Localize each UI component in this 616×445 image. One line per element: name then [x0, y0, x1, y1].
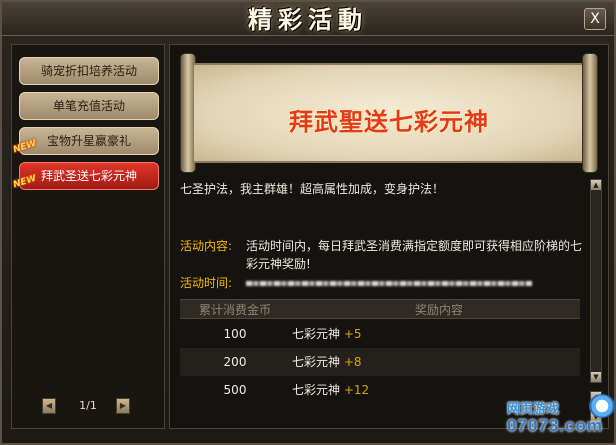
- pagination: ◀ 1/1 ▶: [12, 398, 164, 414]
- time-label: 活动时间:: [180, 276, 233, 290]
- reward-bonus: +8: [343, 355, 362, 369]
- new-badge: NEW: [12, 138, 38, 156]
- table-header: 累计消费金币 奖励内容: [180, 299, 580, 319]
- sidebar-item-treasure-upgrade[interactable]: NEW 宝物升星嬴豪礼: [12, 127, 159, 155]
- row-amount: 200: [223, 355, 247, 369]
- reward-bonus: +5: [343, 327, 362, 341]
- sidebar-item-label: 宝物升星嬴豪礼: [46, 134, 131, 148]
- row-amount: 100: [223, 327, 247, 341]
- redacted-time-value: [246, 281, 532, 286]
- reward-name: 七彩元神: [292, 355, 341, 369]
- reward-name: 七彩元神: [292, 383, 341, 397]
- event-window: 精彩活動 X 骑宠折扣培养活动 单笔充值活动 NEW 宝物升星嬴豪礼 NEW 拜…: [0, 0, 616, 445]
- description-scrollbar[interactable]: ▲ ▼: [590, 179, 602, 383]
- sidebar-item-label: 单笔充值活动: [52, 99, 125, 113]
- site-watermark: 网页游戏 07073.com: [507, 394, 616, 444]
- table-row: 100 七彩元神 +5: [180, 320, 580, 348]
- event-time-row: 活动时间:: [180, 275, 580, 293]
- mascot-icon: [589, 394, 615, 418]
- new-badge: NEW: [12, 173, 38, 191]
- row-reward: 七彩元神 +5: [292, 320, 432, 348]
- sidebar-item-single-recharge[interactable]: 单笔充值活动: [19, 92, 159, 120]
- scroll-down-icon[interactable]: ▼: [591, 372, 601, 382]
- scroll-up-icon[interactable]: ▲: [591, 180, 601, 190]
- content-text: 活动时间内，每日拜武圣消费满指定额度即可获得相应阶梯的七彩元神奖励!: [246, 239, 583, 271]
- event-detail-panel: 拜武聖送七彩元神 七圣护法，我主群雄！超高属性加成，变身护法！ 活动内容: 活动…: [169, 44, 609, 429]
- watermark-top: 网页游戏: [507, 402, 560, 417]
- banner-title: 拜武聖送七彩元神: [289, 108, 489, 136]
- sidebar-item-label: 拜武圣送七彩元神: [40, 169, 137, 183]
- table-row: 200 七彩元神 +8: [180, 348, 580, 376]
- header-reward: 奖励内容: [414, 303, 463, 317]
- sidebar-item-label: 骑宠折扣培养活动: [40, 64, 137, 78]
- reward-name: 七彩元神: [292, 327, 341, 341]
- next-page-button[interactable]: ▶: [116, 398, 130, 414]
- event-list-panel: 骑宠折扣培养活动 单笔充值活动 NEW 宝物升星嬴豪礼 NEW 拜武圣送七彩元神…: [11, 44, 165, 429]
- event-banner: 拜武聖送七彩元神: [180, 53, 598, 173]
- row-reward: 七彩元神 +8: [292, 348, 432, 376]
- close-button[interactable]: X: [584, 8, 606, 30]
- content-label: 活动内容:: [180, 239, 233, 253]
- sidebar-item-mount-discount[interactable]: 骑宠折扣培养活动: [19, 57, 159, 85]
- title-bar: 精彩活動 X: [2, 2, 614, 36]
- event-intro: 七圣护法，我主群雄！超高属性加成，变身护法！: [180, 182, 445, 196]
- row-amount: 500: [223, 383, 247, 397]
- sidebar-item-worship-event[interactable]: NEW 拜武圣送七彩元神: [12, 162, 159, 190]
- reward-bonus: +12: [343, 383, 370, 397]
- scroll-roll-right: [582, 53, 598, 173]
- row-reward: 七彩元神 +12: [292, 376, 432, 404]
- header-amount: 累计消费金币: [198, 303, 271, 317]
- scroll-paper: 拜武聖送七彩元神: [194, 63, 584, 163]
- watermark-domain: 07073.com: [507, 416, 603, 435]
- page-indicator: 1/1: [79, 399, 97, 412]
- window-title: 精彩活動: [248, 5, 368, 34]
